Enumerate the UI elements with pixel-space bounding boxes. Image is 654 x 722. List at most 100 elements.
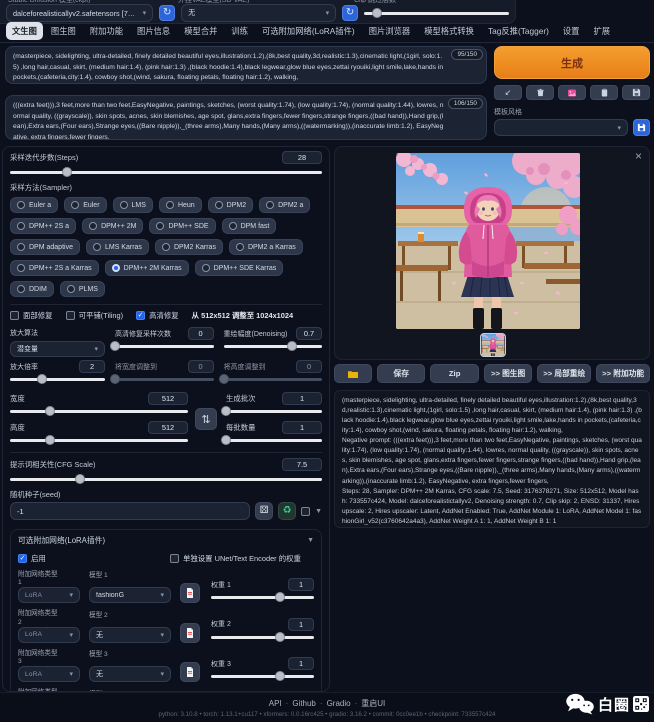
hires-steps-value[interactable]: 0 bbox=[188, 327, 214, 340]
height-slider[interactable] bbox=[10, 434, 188, 446]
sampler-option[interactable]: LMS Karras bbox=[86, 239, 149, 255]
denoising-value[interactable]: 0.7 bbox=[296, 327, 322, 340]
upscale-by-slider[interactable] bbox=[10, 373, 105, 385]
open-model-file-button[interactable] bbox=[180, 583, 200, 603]
sampler-option[interactable]: PLMS bbox=[60, 281, 105, 297]
tab-item[interactable]: 模型格式转换 bbox=[418, 22, 480, 40]
batch-count-value[interactable]: 1 bbox=[282, 392, 322, 405]
lora-type-select[interactable]: LoRA▾ bbox=[18, 666, 80, 682]
sampler-option[interactable]: Euler a bbox=[10, 197, 58, 213]
sampler-option[interactable]: DPM++ SDE Karras bbox=[195, 260, 284, 276]
batch-count-slider[interactable] bbox=[226, 405, 322, 417]
tab-item[interactable]: 训练 bbox=[225, 22, 254, 40]
open-model-file-button[interactable] bbox=[180, 662, 200, 682]
toggle-tiling[interactable]: 可平铺(Tiling) bbox=[66, 310, 123, 321]
footer-link[interactable]: Github bbox=[292, 699, 316, 708]
open-model-file-button[interactable] bbox=[180, 623, 200, 643]
tab-item[interactable]: 文生图 bbox=[6, 22, 43, 40]
sampler-option[interactable]: DPM2 Karras bbox=[155, 239, 223, 255]
close-icon[interactable]: × bbox=[635, 149, 642, 163]
toggle-restore-faces[interactable]: 面部修复 bbox=[10, 310, 53, 321]
clip-skip-slider[interactable] bbox=[364, 7, 509, 19]
apply-style-button[interactable] bbox=[590, 85, 618, 100]
tab-item[interactable]: 图片信息 bbox=[131, 22, 176, 40]
sampler-option[interactable]: DPM2 bbox=[208, 197, 253, 213]
lora-weight-value[interactable]: 1 bbox=[288, 618, 314, 631]
reuse-seed-button[interactable]: ♻ bbox=[278, 502, 296, 520]
batch-size-value[interactable]: 1 bbox=[282, 421, 322, 434]
refresh-vae-button[interactable]: ↻ bbox=[342, 5, 358, 21]
tab-item[interactable]: 扩展 bbox=[587, 22, 616, 40]
refresh-checkpoint-button[interactable]: ↻ bbox=[159, 5, 175, 21]
lora-enable-toggle[interactable]: ✓ 启用 bbox=[18, 553, 170, 564]
cfg-value[interactable]: 7.5 bbox=[282, 458, 322, 471]
sampler-option[interactable]: DPM++ 2S a Karras bbox=[10, 260, 99, 276]
lora-weight-value[interactable]: 1 bbox=[288, 657, 314, 670]
lora-separate-weights-toggle[interactable]: 单独设置 UNet/Text Encoder 的权重 bbox=[170, 553, 301, 564]
swap-dimensions-button[interactable]: ⇅ bbox=[195, 408, 217, 430]
tab-item[interactable]: 图片浏览器 bbox=[363, 22, 417, 40]
clear-prompt-button[interactable] bbox=[526, 85, 554, 100]
styles-select[interactable]: ▾ bbox=[494, 119, 628, 136]
sampler-option[interactable]: DPM++ 2M Karras bbox=[105, 260, 189, 276]
paste-params-button[interactable]: ↙ bbox=[494, 85, 522, 100]
send-to-extras-button[interactable]: >> 附加功能 bbox=[596, 364, 650, 383]
random-seed-button[interactable]: ⚄ bbox=[255, 502, 273, 520]
lora-weight-value[interactable]: 1 bbox=[288, 578, 314, 591]
footer-link[interactable]: API bbox=[269, 699, 282, 708]
lora-type-select[interactable]: LoRA▾ bbox=[18, 587, 80, 603]
tab-item[interactable]: 图生图 bbox=[45, 22, 82, 40]
lora-weight-slider[interactable] bbox=[211, 631, 314, 643]
save-style-button[interactable] bbox=[622, 85, 650, 100]
lora-type-select[interactable]: LoRA▾ bbox=[18, 627, 80, 643]
sampler-option[interactable]: DPM2 a Karras bbox=[229, 239, 303, 255]
save-button[interactable]: 保存 bbox=[377, 364, 425, 383]
generated-image[interactable] bbox=[396, 153, 580, 329]
lora-model-select[interactable]: 无▾ bbox=[89, 627, 171, 643]
tab-item[interactable]: 可选附加网络(LoRA插件) bbox=[256, 22, 361, 40]
sampler-option[interactable]: DPM adaptive bbox=[10, 239, 80, 255]
zip-button[interactable]: Zip bbox=[430, 364, 478, 383]
footer-link[interactable]: 重启UI bbox=[361, 699, 385, 708]
width-value[interactable]: 512 bbox=[148, 392, 188, 405]
send-to-img2img-button[interactable]: >> 图生图 bbox=[484, 364, 532, 383]
lora-weight-slider[interactable] bbox=[211, 591, 314, 603]
tab-item[interactable]: Tag反推(Tagger) bbox=[482, 22, 555, 40]
footer-link[interactable]: Gradio bbox=[327, 699, 351, 708]
tab-item[interactable]: 附加功能 bbox=[84, 22, 129, 40]
gallery-thumbnail[interactable] bbox=[480, 333, 506, 357]
negative-prompt-input[interactable]: (((extra feet))),3 feet,more than two fe… bbox=[13, 101, 446, 140]
sampler-option[interactable]: DDIM bbox=[10, 281, 54, 297]
sampler-option[interactable]: LMS bbox=[113, 197, 153, 213]
prompt-input[interactable]: (masterpiece, sidelighting, ultra-detail… bbox=[13, 52, 446, 84]
toggle-hires-fix[interactable]: ✓高清修复 bbox=[136, 310, 179, 321]
generate-button[interactable]: 生成 bbox=[494, 46, 650, 79]
seed-extra-checkbox[interactable] bbox=[301, 507, 310, 516]
sampler-option[interactable]: DPM++ 2S a bbox=[10, 218, 76, 234]
sampler-option[interactable]: DPM2 a bbox=[259, 197, 310, 213]
batch-size-slider[interactable] bbox=[226, 434, 322, 446]
lora-model-select[interactable]: 无▾ bbox=[89, 666, 171, 682]
lora-accordion-header[interactable]: 可选附加网络(LoRA插件) ▼ bbox=[18, 535, 314, 546]
sampler-option[interactable]: DPM++ 2M bbox=[82, 218, 143, 234]
width-slider[interactable] bbox=[10, 405, 188, 417]
sampler-option[interactable]: Heun bbox=[159, 197, 202, 213]
lora-weight-slider[interactable] bbox=[211, 670, 314, 682]
hires-steps-slider[interactable] bbox=[115, 340, 214, 352]
sampler-option[interactable]: DPM fast bbox=[222, 218, 277, 234]
tab-item[interactable]: 模型合并 bbox=[178, 22, 223, 40]
extra-networks-button[interactable] bbox=[558, 85, 586, 100]
vae-select[interactable]: 无 ▾ bbox=[181, 4, 336, 22]
send-to-inpaint-button[interactable]: >> 局部重绘 bbox=[537, 364, 591, 383]
seed-input[interactable]: -1 bbox=[10, 502, 250, 520]
upscale-by-value[interactable]: 2 bbox=[79, 360, 105, 373]
collapse-icon[interactable]: ▼ bbox=[315, 508, 322, 515]
sampler-option[interactable]: Euler bbox=[64, 197, 106, 213]
denoising-slider[interactable] bbox=[224, 340, 323, 352]
steps-slider[interactable] bbox=[10, 166, 322, 178]
save-style-to-file-button[interactable] bbox=[633, 119, 650, 136]
cfg-slider[interactable] bbox=[10, 473, 322, 485]
sampler-option[interactable]: DPM++ SDE bbox=[149, 218, 215, 234]
steps-value[interactable]: 28 bbox=[282, 151, 322, 164]
upscaler-select[interactable]: 潜变量 ▾ bbox=[10, 341, 105, 357]
